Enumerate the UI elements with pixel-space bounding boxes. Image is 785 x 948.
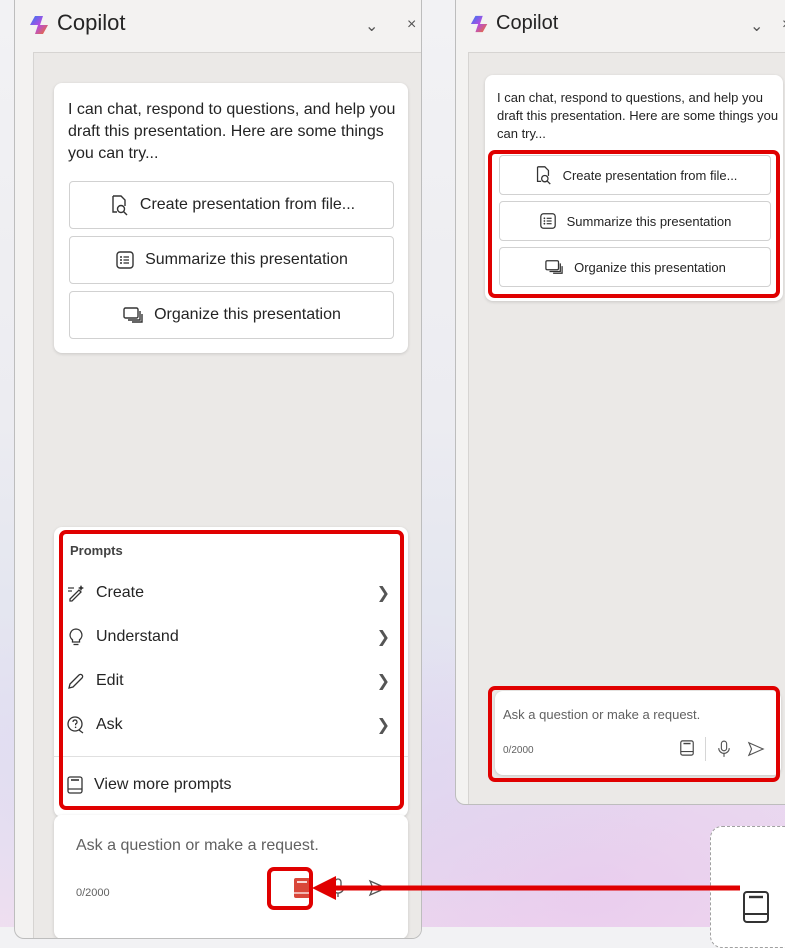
suggestion-label: Summarize this presentation <box>145 251 348 268</box>
view-more-label: View more prompts <box>94 776 232 793</box>
chat-input-box[interactable]: Ask a question or make a request. 0/2000 <box>495 691 781 775</box>
prompt-label: Understand <box>96 628 179 645</box>
copilot-logo-icon <box>30 16 48 34</box>
chat-input-placeholder[interactable]: Ask a question or make a request. <box>76 837 319 855</box>
welcome-card: I can chat, respond to questions, and he… <box>54 83 408 353</box>
summarize-presentation-button[interactable]: Summarize this presentation <box>499 201 771 241</box>
copilot-pane-right: Copilot ⌄ × I can chat, respond to quest… <box>455 0 785 805</box>
summarize-presentation-button[interactable]: Summarize this presentation <box>69 236 394 284</box>
prompt-edit[interactable]: Edit ❯ <box>66 661 396 701</box>
welcome-text: I can chat, respond to questions, and he… <box>497 90 779 141</box>
chat-area: I can chat, respond to questions, and he… <box>33 52 421 938</box>
prompts-menu: Prompts Create ❯ Understand ❯ Edit ❯ Ask… <box>54 527 408 817</box>
prompt-label: Ask <box>96 716 123 733</box>
prompt-ask[interactable]: Ask ❯ <box>66 705 396 745</box>
prompt-book-icon <box>67 776 83 794</box>
pane-header: Copilot ⌄ × <box>456 0 785 52</box>
suggestion-label: Create presentation from file... <box>562 167 738 183</box>
pen-sparkle-icon <box>68 585 84 602</box>
chat-input-placeholder[interactable]: Ask a question or make a request. <box>503 707 700 722</box>
pencil-icon <box>68 673 84 689</box>
create-presentation-button[interactable]: Create presentation from file... <box>499 155 771 195</box>
chevron-right-icon: ❯ <box>376 629 390 646</box>
prompts-heading: Prompts <box>70 543 123 558</box>
lightbulb-icon <box>69 628 83 646</box>
toolbar-divider <box>705 737 706 761</box>
pointer-arrow <box>312 876 740 900</box>
chat-area: I can chat, respond to questions, and he… <box>468 52 785 804</box>
document-search-icon <box>112 195 128 216</box>
organize-presentation-button[interactable]: Organize this presentation <box>69 291 394 339</box>
create-presentation-button[interactable]: Create presentation from file... <box>69 181 394 229</box>
suggestion-label: Organize this presentation <box>574 259 726 275</box>
pane-title: Copilot <box>496 12 559 34</box>
microphone-icon[interactable] <box>717 739 731 759</box>
copilot-pane-left: Copilot ⌄ × I can chat, respond to quest… <box>14 0 422 939</box>
chevron-down-icon[interactable]: ⌄ <box>365 16 378 36</box>
slides-icon <box>545 260 563 274</box>
list-icon <box>539 213 556 229</box>
char-counter: 0/2000 <box>503 745 534 756</box>
close-icon[interactable]: × <box>407 16 416 34</box>
view-more-prompts[interactable]: View more prompts <box>66 765 396 805</box>
chevron-right-icon: ❯ <box>376 673 390 690</box>
list-icon <box>116 251 134 269</box>
suggestion-label: Organize this presentation <box>154 306 341 323</box>
prompt-label: Edit <box>96 672 124 689</box>
chevron-down-icon[interactable]: ⌄ <box>750 16 763 36</box>
pane-header: Copilot ⌄ × <box>15 0 421 52</box>
suggestion-label: Summarize this presentation <box>566 213 732 229</box>
prompt-label: Create <box>96 584 145 601</box>
organize-presentation-button[interactable]: Organize this presentation <box>499 247 771 287</box>
send-icon[interactable] <box>747 741 765 757</box>
menu-divider <box>54 756 408 757</box>
chevron-right-icon: ❯ <box>376 717 390 734</box>
prompt-understand[interactable]: Understand ❯ <box>66 617 396 657</box>
welcome-card: I can chat, respond to questions, and he… <box>485 75 783 301</box>
copilot-logo-icon <box>470 15 488 33</box>
document-search-icon <box>536 166 551 185</box>
chevron-right-icon: ❯ <box>376 585 390 602</box>
welcome-text: I can chat, respond to questions, and he… <box>68 101 396 162</box>
prompt-book-icon[interactable] <box>679 739 695 757</box>
suggestion-label: Create presentation from file... <box>139 196 356 213</box>
question-chat-icon <box>67 716 84 734</box>
prompt-create[interactable]: Create ❯ <box>66 573 396 613</box>
pane-title: Copilot <box>57 10 126 35</box>
slides-icon <box>123 307 143 323</box>
prompt-book-icon <box>743 891 769 923</box>
char-counter: 0/2000 <box>76 887 110 899</box>
